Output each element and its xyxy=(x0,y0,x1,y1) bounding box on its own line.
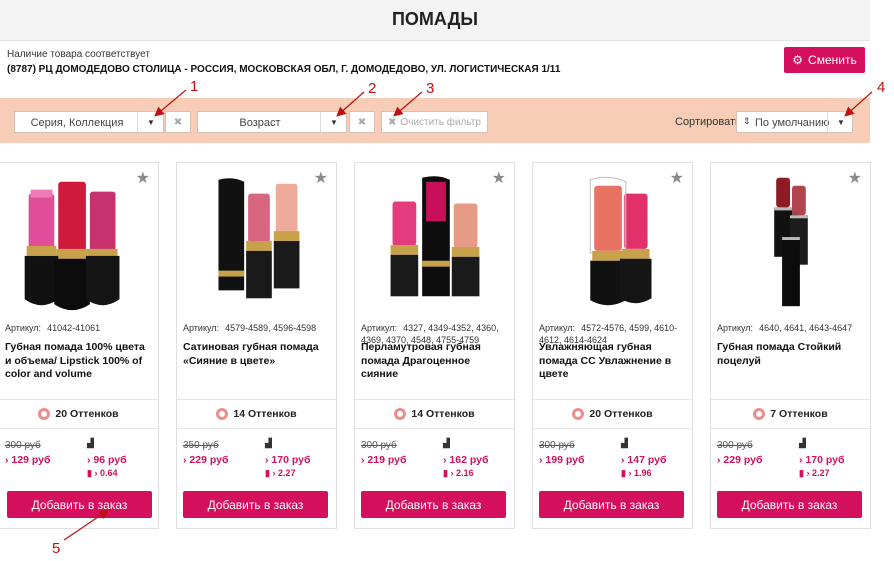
annotation-label: 1 xyxy=(190,78,199,95)
annotation-label: 4 xyxy=(877,79,886,96)
annotation-arrow xyxy=(154,89,187,117)
annotation-arrow xyxy=(844,91,873,117)
annotation-arrows xyxy=(63,89,873,541)
annotation-label: 3 xyxy=(426,80,435,97)
annotation-arrow xyxy=(63,509,109,541)
annotation-label: 2 xyxy=(368,80,377,97)
annotation-label: 5 xyxy=(52,540,61,557)
annotation-arrow xyxy=(393,91,423,117)
annotation-arrow xyxy=(336,91,365,117)
